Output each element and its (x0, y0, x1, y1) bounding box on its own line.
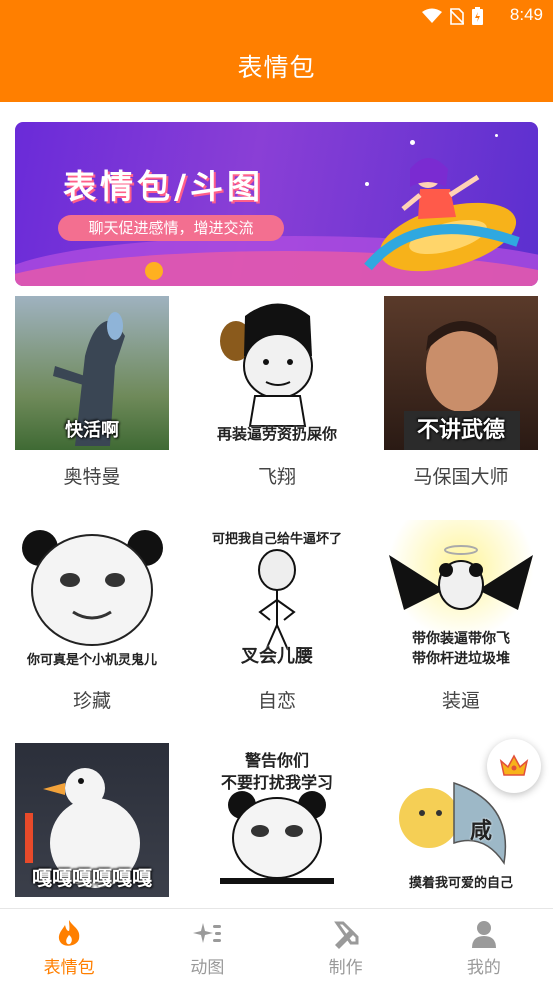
app-root: 8:49 表情包 表情包/斗图 聊天促进感情，增进交流 快活啊 奥特曼 再装逼劳… (0, 0, 553, 983)
no-sim-icon (450, 7, 464, 25)
status-bar: 8:49 (0, 0, 553, 32)
sticker-image: 可把我自己给牛逼坏了 叉会儿腰 (200, 520, 354, 674)
sticker-card[interactable]: 带你装逼带你飞 带你杆进垃圾堆 装逼 (384, 520, 538, 713)
banner-illustration (364, 158, 520, 272)
person-icon (471, 921, 496, 948)
sticker-label: 珍藏 (72, 690, 111, 712)
sticker-image: 你可真是个小机灵鬼儿 (15, 520, 169, 674)
sticker-caption: 你可真是个小机灵鬼儿 (26, 653, 157, 668)
sticker-caption-2: 带你杆进垃圾堆 (412, 651, 510, 667)
sticker-caption-mid: 咸 (469, 819, 492, 844)
page-title: 表情包 (237, 53, 316, 82)
flame-icon (58, 920, 80, 946)
top-app-bar: 8:49 表情包 (0, 0, 553, 102)
bottom-navigation: 表情包 动图 制作 我的 (0, 908, 553, 983)
sticker-caption: 再装逼劳资扔屎你 (216, 425, 337, 443)
promo-banner[interactable]: 表情包/斗图 聊天促进感情，增进交流 (15, 122, 538, 286)
sticker-caption: 嘎嘎嘎嘎嘎嘎 (32, 866, 152, 890)
sticker-card[interactable]: 不讲武德 马保国大师 (384, 296, 538, 489)
sticker-image: 警告你们 不要打扰我学习 (200, 743, 354, 897)
sticker-image: 快活啊 (15, 296, 169, 450)
nav-item-create[interactable]: 制作 (277, 909, 415, 983)
sticker-card[interactable]: 可把我自己给牛逼坏了 叉会儿腰 自恋 (200, 520, 354, 713)
tools-icon (333, 921, 359, 949)
sticker-label: 装逼 (441, 690, 480, 712)
crown-icon (499, 754, 529, 776)
sticker-image: 带你装逼带你飞 带你杆进垃圾堆 (384, 520, 538, 674)
sticker-caption-top-2: 不要打扰我学习 (220, 773, 333, 792)
sticker-caption: 快活啊 (65, 420, 119, 441)
sticker-caption-top: 可把我自己给牛逼坏了 (211, 532, 342, 547)
sticker-card[interactable]: 警告你们 不要打扰我学习 (200, 743, 354, 897)
nav-item-gifs[interactable]: 动图 (138, 909, 276, 983)
wifi-icon (422, 8, 442, 23)
nav-item-stickers[interactable]: 表情包 (0, 909, 138, 983)
banner-star (410, 140, 415, 145)
sticker-label: 奥特曼 (63, 466, 121, 488)
sticker-card[interactable]: 快活啊 奥特曼 (15, 296, 169, 489)
sticker-image: 不讲武德 (384, 296, 538, 450)
sticker-image: 再装逼劳资扔屎你 (200, 296, 354, 450)
sticker-caption: 不讲武德 (416, 418, 505, 443)
nav-label: 制作 (328, 958, 363, 978)
nav-label: 我的 (466, 958, 501, 978)
sticker-card[interactable]: 你可真是个小机灵鬼儿 珍藏 (15, 520, 169, 713)
nav-label: 表情包 (43, 958, 95, 978)
status-time: 8:49 (509, 5, 543, 24)
sticker-card[interactable]: 嘎嘎嘎嘎嘎嘎 (15, 743, 169, 897)
sticker-image: 嘎嘎嘎嘎嘎嘎 (15, 743, 169, 897)
vip-crown-button[interactable] (487, 739, 541, 793)
sticker-label: 马保国大师 (413, 466, 509, 488)
sticker-caption: 摸着我可爱的自己 (408, 876, 513, 891)
battery-charging-icon (472, 7, 483, 25)
banner-ball (145, 262, 163, 280)
nav-label: 动图 (190, 958, 225, 978)
status-icons (422, 7, 483, 25)
banner-star (495, 134, 498, 137)
sticker-caption-top: 警告你们 (244, 751, 309, 770)
sticker-caption: 带你装逼带你飞 (412, 631, 510, 647)
sticker-label: 自恋 (257, 690, 296, 712)
nav-item-me[interactable]: 我的 (415, 909, 553, 983)
banner-title: 表情包/斗图 (63, 167, 265, 206)
banner-subtitle: 聊天促进感情，增进交流 (58, 215, 284, 241)
sparkle-icon (193, 923, 222, 943)
sticker-label: 飞翔 (257, 466, 296, 488)
sticker-card[interactable]: 再装逼劳资扔屎你 飞翔 (200, 296, 354, 489)
sticker-caption: 叉会儿腰 (241, 646, 313, 667)
